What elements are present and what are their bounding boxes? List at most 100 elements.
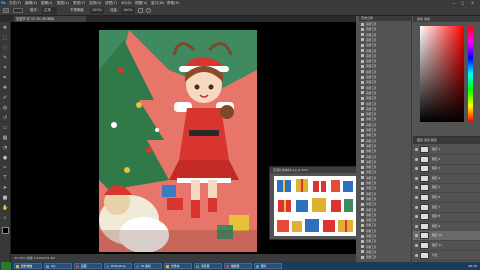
visibility-eye-icon[interactable] — [415, 196, 418, 199]
stamp-icon[interactable]: ◍ — [2, 105, 8, 111]
history-brush-icon[interactable]: ↺ — [2, 115, 8, 121]
eraser-icon[interactable]: ▭ — [2, 125, 8, 131]
layer-row[interactable]: 图层 4 — [413, 174, 480, 184]
color-panel-header[interactable]: 颜色 色板 — [413, 16, 480, 22]
pen-icon[interactable]: ✑ — [2, 165, 8, 171]
visibility-eye-icon[interactable] — [415, 157, 418, 161]
history-item[interactable]: 画笔工具 — [361, 176, 409, 181]
history-item[interactable]: 画笔工具 — [361, 213, 409, 218]
gradient-icon[interactable]: ▦ — [2, 135, 8, 141]
history-item[interactable]: 画笔工具 — [361, 96, 409, 101]
color-picker-field[interactable] — [420, 26, 464, 122]
history-item[interactable]: 画笔工具 — [361, 139, 409, 144]
taskbar-item[interactable]: QQ — [44, 263, 72, 269]
shape-icon[interactable]: ■ — [2, 195, 8, 201]
history-item[interactable]: 画笔工具 — [361, 234, 409, 239]
history-item[interactable]: 画笔工具 — [361, 107, 409, 112]
floating-image-window[interactable]: 圣诞礼物素材.jpg @ 50% — [269, 166, 362, 240]
history-item[interactable]: 画笔工具 — [361, 75, 409, 80]
history-item[interactable]: 画笔工具 — [361, 91, 409, 96]
taskbar-item[interactable]: 文件夹 — [164, 263, 192, 269]
quick-select-icon[interactable]: ✎ — [2, 55, 8, 61]
history-item[interactable]: 画笔工具 — [361, 86, 409, 91]
history-item[interactable]: 画笔工具 — [361, 54, 409, 59]
history-item[interactable]: 画笔工具 — [361, 112, 409, 117]
visibility-eye-icon[interactable] — [415, 215, 418, 219]
layer-row[interactable]: 图层 3 — [413, 164, 480, 175]
layer-row[interactable]: 图层 11 — [413, 241, 480, 251]
history-item[interactable]: 画笔工具 — [361, 22, 409, 27]
history-item[interactable]: 画笔工具 — [361, 59, 409, 64]
eyedropper-icon[interactable]: ✒ — [2, 75, 8, 81]
history-item[interactable]: 画笔工具 — [361, 218, 409, 223]
history-item[interactable]: 画笔工具 — [361, 117, 409, 122]
visibility-eye-icon[interactable] — [415, 234, 418, 238]
visibility-eye-icon[interactable] — [415, 176, 418, 180]
history-item[interactable]: 画笔工具 — [361, 197, 409, 202]
visibility-eye-icon[interactable] — [415, 148, 418, 151]
history-item[interactable]: 画笔工具 — [361, 165, 409, 170]
history-item[interactable]: 画笔工具 — [361, 160, 409, 165]
visibility-eye-icon[interactable] — [415, 253, 418, 257]
airbrush-icon[interactable] — [138, 8, 143, 13]
visibility-eye-icon[interactable] — [415, 186, 418, 190]
history-item[interactable]: 画笔工具 — [361, 181, 409, 186]
history-item[interactable]: 画笔工具 — [361, 64, 409, 69]
taskbar-item[interactable]: 图片 — [254, 263, 282, 269]
visibility-eye-icon[interactable] — [415, 205, 418, 209]
history-item[interactable]: 画笔工具 — [361, 250, 409, 255]
brush-size-picker[interactable] — [13, 8, 23, 13]
start-button[interactable] — [1, 262, 11, 270]
pressure-icon[interactable] — [146, 8, 151, 13]
history-item[interactable]: 画笔工具 — [361, 192, 409, 197]
history-item[interactable]: 画笔工具 — [361, 155, 409, 160]
history-item[interactable]: 画笔工具 — [361, 49, 409, 54]
opacity-input[interactable]: 100% — [90, 7, 104, 14]
history-item[interactable]: 画笔工具 — [361, 33, 409, 38]
hue-slider[interactable] — [468, 26, 473, 122]
lasso-icon[interactable]: ◌ — [2, 45, 8, 51]
brush-icon[interactable]: ✐ — [2, 95, 8, 101]
layer-row[interactable]: 图层 9 — [413, 222, 480, 232]
history-item[interactable]: 画笔工具 — [361, 208, 409, 213]
move-icon[interactable]: ✥ — [2, 25, 8, 31]
layer-row[interactable]: 图层 1 — [413, 145, 480, 155]
mode-select[interactable]: 正常 — [42, 7, 57, 14]
layer-row[interactable]: 图层 5 — [413, 183, 480, 194]
layer-row[interactable]: 图层 8 — [413, 212, 480, 223]
layer-row[interactable]: 图层 10 — [413, 231, 480, 242]
history-item[interactable]: 画笔工具 — [361, 80, 409, 85]
history-item[interactable]: 画笔工具 — [361, 27, 409, 32]
history-item[interactable]: 画笔工具 — [361, 133, 409, 138]
visibility-eye-icon[interactable] — [415, 167, 418, 171]
history-item[interactable]: 画笔工具 — [361, 123, 409, 128]
history-panel-header[interactable]: 历史记录 — [359, 16, 411, 21]
taskbar-item[interactable]: 我的电脑 — [14, 263, 42, 269]
history-item[interactable]: 画笔工具 — [361, 102, 409, 107]
foreground-color-swatch[interactable] — [2, 227, 9, 234]
brush-preset-icon[interactable] — [3, 8, 9, 13]
taskbar-item[interactable]: 浏览器 — [194, 263, 222, 269]
history-item[interactable]: 画笔工具 — [361, 144, 409, 149]
type-icon[interactable]: T — [2, 175, 8, 181]
history-item[interactable]: 画笔工具 — [361, 43, 409, 48]
history-item[interactable]: 画笔工具 — [361, 149, 409, 154]
flow-input[interactable]: 100% — [121, 7, 135, 14]
layer-row[interactable]: 图层 7 — [413, 203, 480, 213]
visibility-eye-icon[interactable] — [415, 244, 418, 247]
path-select-icon[interactable]: ➤ — [2, 185, 8, 191]
visibility-eye-icon[interactable] — [415, 224, 418, 228]
layer-row[interactable]: 图层 6 — [413, 193, 480, 203]
taskbar-item[interactable]: 画图 — [74, 263, 102, 269]
layers-panel-header[interactable]: 图层 通道 路径 — [413, 137, 480, 144]
history-item[interactable]: 画笔工具 — [361, 245, 409, 250]
history-item[interactable]: 画笔工具 — [361, 239, 409, 244]
blur-icon[interactable]: ◔ — [2, 145, 8, 151]
zoom-icon[interactable]: ⌕ — [2, 215, 8, 221]
floating-window-title[interactable]: 圣诞礼物素材.jpg @ 50% — [270, 167, 361, 173]
layer-row[interactable]: 背景 — [413, 251, 480, 261]
marquee-icon[interactable]: ⬚ — [2, 35, 8, 41]
crop-icon[interactable]: ⌗ — [2, 65, 8, 71]
dodge-icon[interactable]: ● — [2, 155, 8, 161]
history-item[interactable]: 画笔工具 — [361, 170, 409, 175]
